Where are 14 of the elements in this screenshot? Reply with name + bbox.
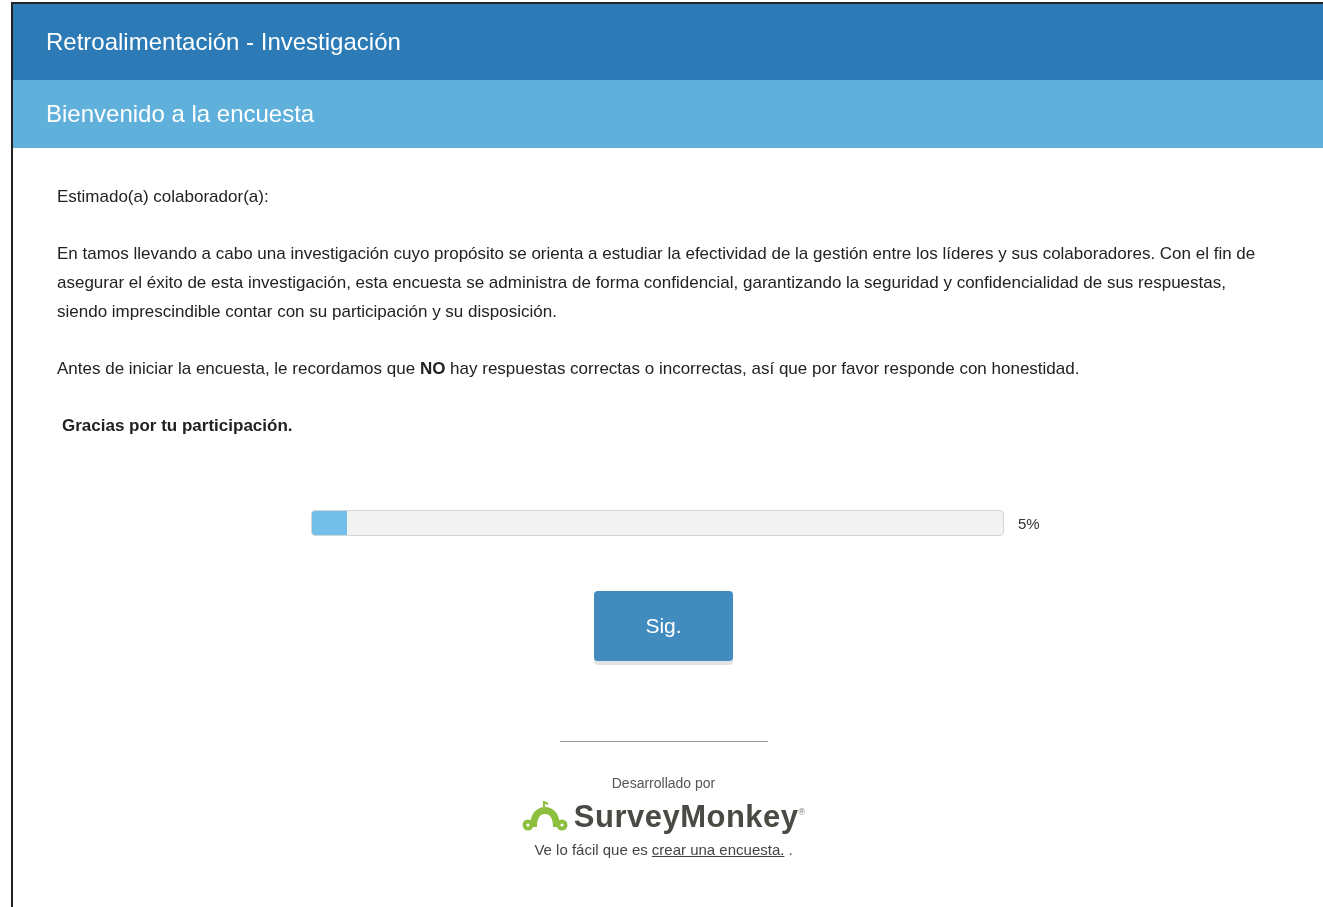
greeting-text: Estimado(a) colaborador(a):	[57, 186, 270, 208]
brand-name: SurveyMonkey	[573, 799, 799, 835]
progress-percent: 5%	[1018, 514, 1040, 532]
create-survey-link[interactable]: crear una encuesta.	[651, 841, 785, 858]
powered-by-text: Desarrollado por	[611, 775, 716, 791]
intro-paragraph: En tamos llevando a cabo una investigación cuyo propósito se orienta a estudiar la efectividad de la gestión entre los líderes y sus colaboradores. Con el fin de asegurar el éxito de esta investigación, esta encuesta se administra de forma confidencial, garantizando la seguridad y confidencialidad de sus respuestas, siendo imprescindible contar con su participación y su disposición.	[57, 243, 1257, 323]
tagline-text: Ve lo fácil que es	[534, 841, 648, 858]
intro-paragraph: Antes de iniciar la encuesta, le recordamos que NO hay respuestas correctas o incorrectas, así que por favor responde con honestidad.	[57, 358, 1081, 380]
survey-title: Retroalimentación - Investigación	[46, 28, 401, 56]
registered-mark: ®	[798, 807, 806, 817]
monkey-logo-icon	[521, 801, 568, 833]
thanks-text: Gracias por tu participación.	[62, 415, 294, 437]
trailing-period: .	[788, 841, 793, 858]
page-title: Bienvenido a la encuesta	[46, 100, 315, 128]
